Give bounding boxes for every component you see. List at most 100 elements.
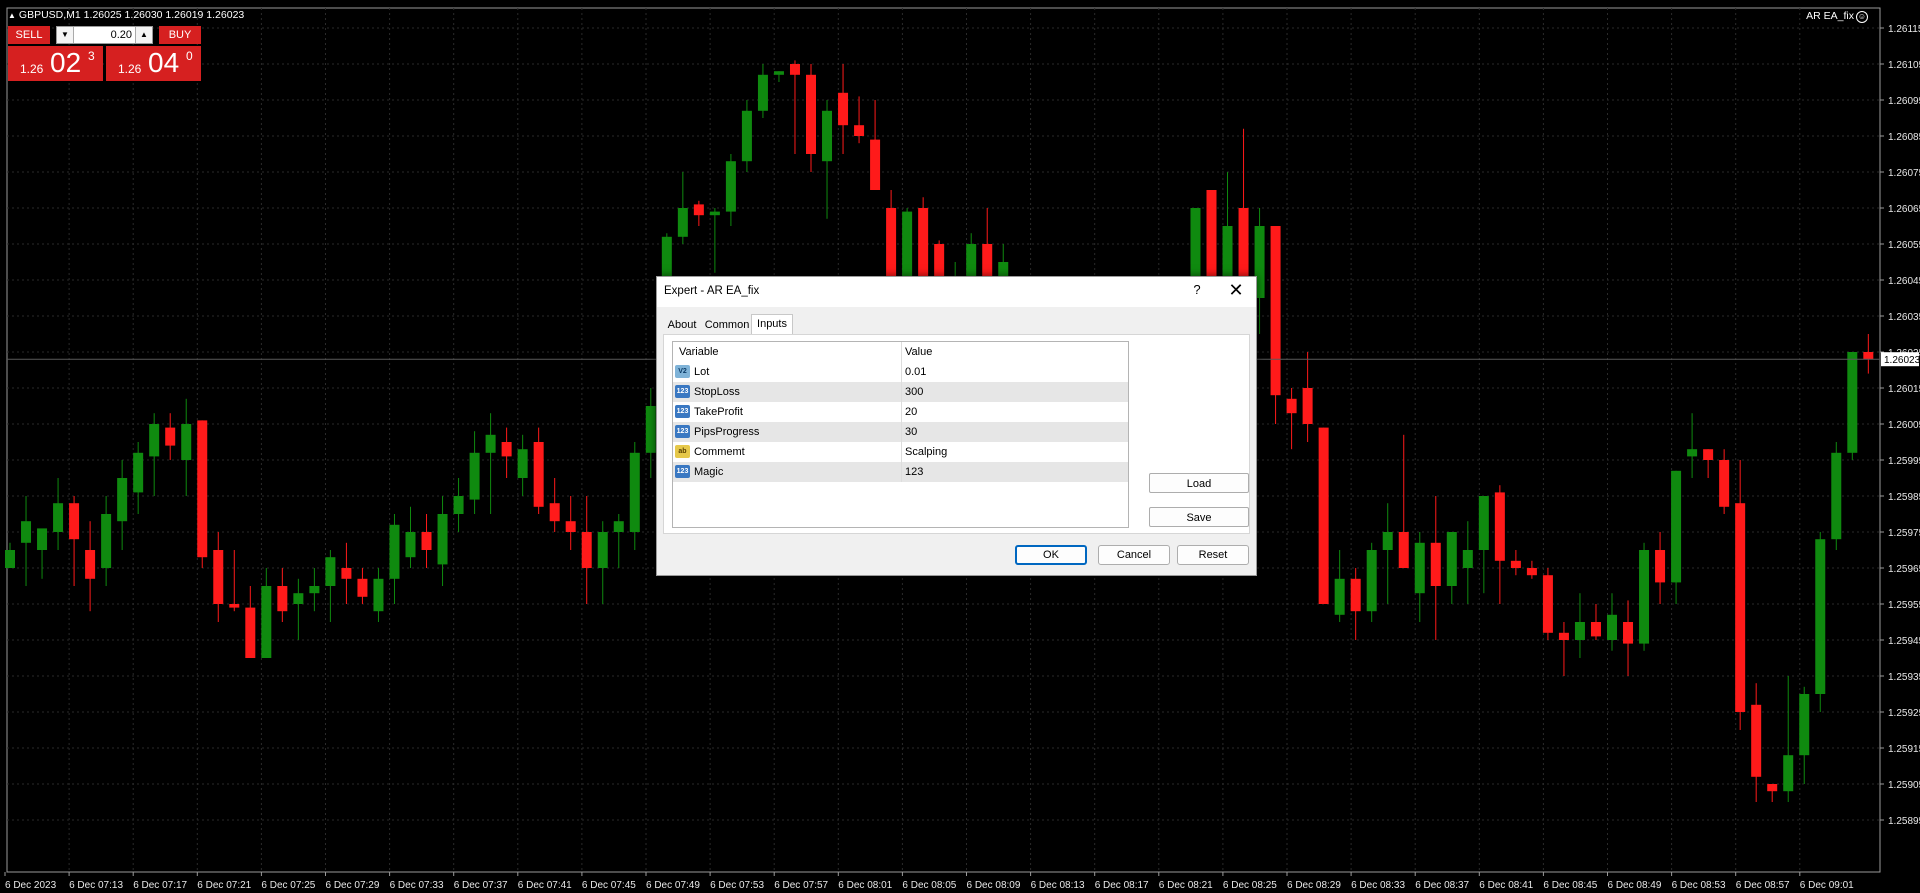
price-axis-label: 1.25945	[1888, 636, 1920, 647]
param-value[interactable]: 300	[905, 386, 923, 398]
price-axis-label: 1.26085	[1888, 132, 1920, 143]
collapse-triangle-icon[interactable]: ▲	[8, 11, 16, 20]
inputs-table: Variable Value V2 Lot 0.01 123 StopLoss …	[672, 341, 1129, 528]
param-value[interactable]: 30	[905, 426, 917, 438]
expert-advisor-label[interactable]: AR EA_fix ☺	[1806, 10, 1868, 23]
param-row-comment[interactable]: ab Commemt Scalping	[673, 442, 1128, 462]
candle-body-bull	[1815, 539, 1826, 694]
candle-body-bear	[341, 568, 352, 579]
candle-body-bear	[1703, 449, 1714, 460]
tab-inputs[interactable]: Inputs	[751, 314, 793, 336]
param-row-pipsprogress[interactable]: 123 PipsProgress 30	[673, 422, 1128, 442]
price-axis-label: 1.26115	[1888, 24, 1920, 35]
candle-body-bear	[1494, 492, 1505, 561]
time-axis-label: 6 Dec 07:53	[710, 880, 764, 891]
lot-size-input[interactable]: ▼ 0.20 ▲	[56, 26, 153, 44]
save-button[interactable]: Save	[1149, 507, 1249, 527]
time-axis-label: 6 Dec 08:13	[1031, 880, 1085, 891]
candle-body-bull	[741, 110, 752, 162]
time-axis-label: 6 Dec 08:17	[1095, 880, 1149, 891]
time-axis-label: 6 Dec 07:29	[326, 880, 380, 891]
param-name: TakeProfit	[694, 406, 743, 418]
candle-body-bull	[629, 452, 640, 532]
integer-type-icon: 123	[675, 405, 690, 418]
column-header-value[interactable]: Value	[905, 346, 932, 358]
candle-body-bear	[357, 578, 368, 597]
time-axis-label: 6 Dec 07:21	[197, 880, 251, 891]
candle-body-bull	[133, 452, 144, 493]
current-price-label: 1.26023	[1884, 355, 1920, 366]
param-value[interactable]: Scalping	[905, 446, 947, 458]
cancel-button[interactable]: Cancel	[1098, 545, 1170, 565]
candle-body-bull	[5, 550, 15, 568]
candle-body-bull	[645, 406, 656, 453]
lot-size-value[interactable]: 0.20	[75, 27, 132, 43]
param-row-lot[interactable]: V2 Lot 0.01	[673, 362, 1128, 382]
help-icon[interactable]: ?	[1187, 282, 1207, 297]
time-axis-label: 6 Dec 07:37	[454, 880, 508, 891]
time-axis-label: 6 Dec 07:45	[582, 880, 636, 891]
symbol-quote-text: GBPUSD,M1 1.26025 1.26030 1.26019 1.2602…	[18, 9, 245, 21]
load-button[interactable]: Load	[1149, 473, 1249, 493]
candle-body-bull	[1783, 755, 1794, 792]
candle-body-bear	[69, 503, 80, 540]
column-divider	[901, 362, 902, 382]
time-axis-label: 6 Dec 08:45	[1543, 880, 1597, 891]
price-axis-label: 1.25905	[1888, 780, 1920, 791]
price-axis-label: 1.26075	[1888, 168, 1920, 179]
candle-body-bull	[1366, 550, 1377, 612]
param-value[interactable]: 123	[905, 466, 923, 478]
close-icon[interactable]: ✕	[1224, 280, 1248, 301]
candle-body-bear	[1302, 388, 1313, 424]
sell-button[interactable]: SELL	[8, 26, 50, 44]
expert-properties-dialog: Expert - AR EA_fix ? ✕ About Common Inpu…	[656, 276, 1257, 576]
candle-body-bear	[1270, 226, 1281, 396]
candle-body-bear	[1767, 784, 1778, 792]
candle-body-bull	[181, 424, 192, 460]
dialog-titlebar[interactable]: Expert - AR EA_fix ? ✕	[657, 277, 1256, 307]
tab-about[interactable]: About	[665, 316, 699, 334]
price-axis-label: 1.26015	[1888, 384, 1920, 395]
candle-body-bull	[1478, 496, 1489, 550]
inputs-tab-panel: Variable Value V2 Lot 0.01 123 StopLoss …	[663, 334, 1250, 534]
candle-body-bear	[549, 503, 560, 522]
candle-body-bear	[277, 586, 288, 612]
param-row-magic[interactable]: 123 Magic 123	[673, 462, 1128, 482]
price-axis-label: 1.26045	[1888, 276, 1920, 287]
buy-price-fraction: 0	[186, 49, 193, 63]
param-value[interactable]: 20	[905, 406, 917, 418]
candle-body-bear	[806, 74, 816, 154]
sell-price-button[interactable]: 1.26 02 3	[8, 46, 103, 81]
param-row-takeprofit[interactable]: 123 TakeProfit 20	[673, 402, 1128, 422]
column-divider[interactable]	[901, 342, 902, 362]
param-row-stoploss[interactable]: 123 StopLoss 300	[673, 382, 1128, 402]
ok-button[interactable]: OK	[1015, 545, 1087, 565]
candle-body-bear	[1751, 704, 1762, 777]
time-axis-label: 6 Dec 08:01	[838, 880, 892, 891]
chart-symbol-header: ▲ GBPUSD,M1 1.26025 1.26030 1.26019 1.260…	[8, 9, 244, 21]
reset-button[interactable]: Reset	[1177, 545, 1249, 565]
column-header-variable[interactable]: Variable	[679, 346, 719, 358]
price-axis-label: 1.25925	[1888, 708, 1920, 719]
integer-type-icon: 123	[675, 385, 690, 398]
candle-body-bull	[709, 211, 720, 216]
candle-body-bear	[1623, 622, 1634, 644]
candle-body-bull	[373, 578, 384, 612]
param-value[interactable]: 0.01	[905, 366, 926, 378]
lot-decrease-icon[interactable]: ▼	[57, 27, 74, 43]
candle-body-bull	[597, 532, 608, 568]
candle-body-bull	[325, 557, 336, 586]
time-axis-label: 6 Dec 08:53	[1672, 880, 1726, 891]
param-name: Lot	[694, 366, 710, 378]
candle-body-bear	[838, 92, 849, 126]
candle-body-bear	[1542, 575, 1553, 633]
price-axis-label: 1.25955	[1888, 600, 1920, 611]
lot-increase-icon[interactable]: ▲	[135, 27, 152, 43]
param-name: Magic	[694, 466, 724, 478]
buy-button[interactable]: BUY	[159, 26, 201, 44]
candle-body-bear	[870, 139, 881, 190]
tab-common[interactable]: Common	[703, 316, 751, 334]
candle-body-bull	[517, 449, 528, 478]
buy-price-button[interactable]: 1.26 04 0	[106, 46, 201, 81]
time-axis-label: 6 Dec 08:37	[1415, 880, 1469, 891]
